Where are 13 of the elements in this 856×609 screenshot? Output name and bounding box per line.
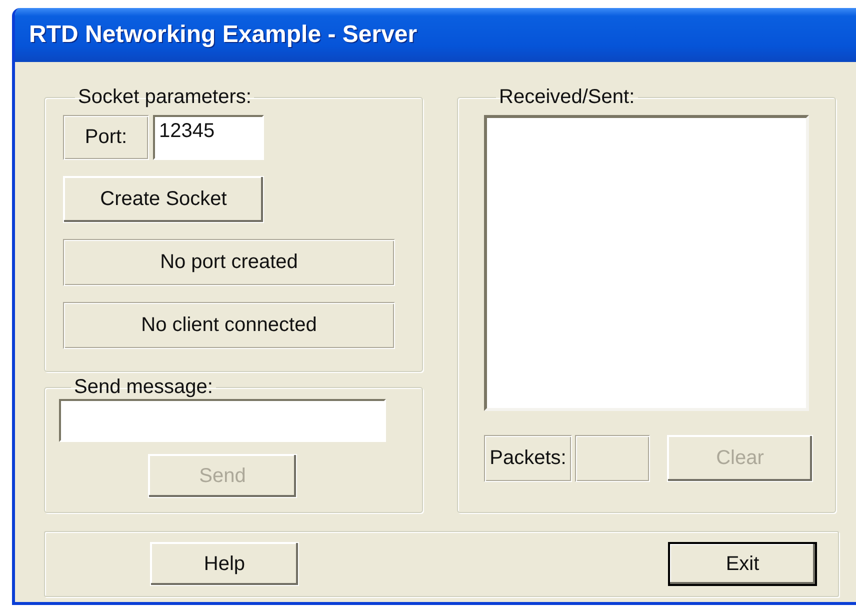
group-title: Socket parameters: [77, 86, 252, 109]
port-label: Port: [63, 115, 149, 160]
packets-label: Packets: [484, 435, 572, 482]
exit-button[interactable]: Exit [668, 542, 817, 586]
port-field[interactable]: 12345 [153, 115, 264, 160]
group-title: Received/Sent: [498, 86, 636, 109]
status-text: No client connected [63, 302, 395, 349]
message-field[interactable] [59, 399, 386, 442]
group-title: Send message: [73, 376, 214, 399]
help-button[interactable]: Help [150, 542, 299, 586]
window-title: RTD Networking Example - Server [29, 21, 418, 49]
create-socket-button[interactable]: Create Socket [63, 176, 264, 223]
status-text: No port created [63, 239, 395, 286]
